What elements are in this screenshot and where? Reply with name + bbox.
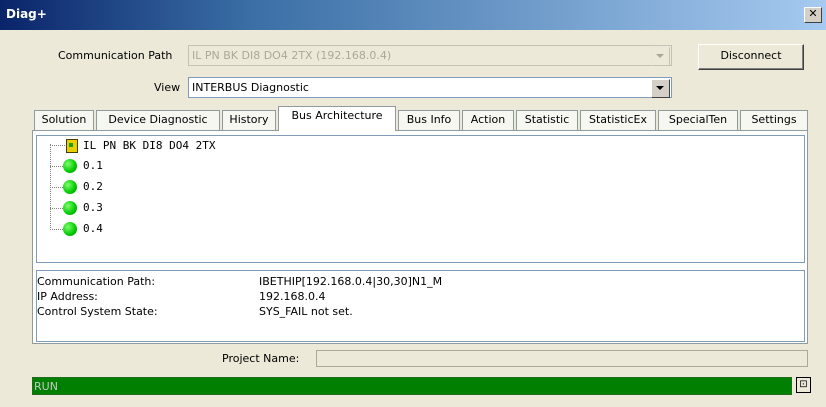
- info-key: IP Address:: [37, 290, 98, 303]
- info-key: Communication Path:: [37, 275, 156, 288]
- view-select[interactable]: INTERBUS Diagnostic: [188, 77, 672, 98]
- info-value: SYS_FAIL not set.: [259, 305, 353, 318]
- info-panel: Communication Path: IBETHIP[192.168.0.4|…: [36, 270, 805, 342]
- chevron-down-icon: [651, 47, 670, 66]
- status-ok-icon: [63, 180, 77, 194]
- comm-path-label: Communication Path: [58, 49, 173, 62]
- tab-history[interactable]: History: [222, 110, 276, 130]
- tree-node-label[interactable]: 0.4: [83, 222, 103, 235]
- info-value: IBETHIP[192.168.0.4|30,30]N1_M: [259, 275, 443, 288]
- disconnect-button[interactable]: Disconnect: [698, 44, 804, 70]
- tab-action[interactable]: Action: [462, 110, 514, 130]
- options-icon[interactable]: ⊡: [796, 377, 811, 393]
- comm-path-select: IL PN BK DI8 DO4 2TX (192.168.0.4): [188, 45, 672, 66]
- view-label: View: [154, 81, 181, 94]
- status-ok-icon: [63, 159, 77, 173]
- status-ok-icon: [63, 222, 77, 236]
- tree-node-label[interactable]: 0.1: [83, 159, 103, 172]
- chevron-down-icon[interactable]: [651, 79, 670, 98]
- project-name-label: Project Name:: [222, 352, 300, 365]
- project-name-field: [316, 350, 808, 367]
- status-ok-icon: [63, 201, 77, 215]
- tab-settings[interactable]: Settings: [740, 110, 808, 130]
- view-value: INTERBUS Diagnostic: [192, 81, 309, 94]
- tab-specialten[interactable]: SpecialTen: [658, 110, 738, 130]
- close-icon[interactable]: ✕: [804, 7, 822, 23]
- tree-node-label[interactable]: 0.2: [83, 180, 103, 193]
- tab-bus-info[interactable]: Bus Info: [398, 110, 460, 130]
- window-title: Diag+: [6, 7, 47, 21]
- bus-coupler-icon: [66, 139, 78, 153]
- bus-tree[interactable]: IL PN BK DI8 DO4 2TX 0.1 0.2 0.3 0.4: [36, 135, 805, 263]
- info-key: Control System State:: [37, 305, 158, 318]
- status-bar: RUN: [32, 377, 792, 395]
- tree-root-label[interactable]: IL PN BK DI8 DO4 2TX: [83, 139, 215, 152]
- status-text: RUN: [34, 380, 58, 393]
- tab-solution[interactable]: Solution: [34, 110, 94, 130]
- info-value: 192.168.0.4: [259, 290, 326, 303]
- tab-bus-architecture[interactable]: Bus Architecture: [278, 106, 396, 131]
- comm-path-value: IL PN BK DI8 DO4 2TX (192.168.0.4): [192, 49, 392, 62]
- tab-statistic[interactable]: Statistic: [516, 110, 578, 130]
- tab-device-diagnostic[interactable]: Device Diagnostic: [96, 110, 220, 130]
- tree-connector: [50, 145, 65, 146]
- tree-node-label[interactable]: 0.3: [83, 201, 103, 214]
- title-bar: Diag+ ✕: [0, 0, 826, 30]
- tab-statisticex[interactable]: StatisticEx: [580, 110, 656, 130]
